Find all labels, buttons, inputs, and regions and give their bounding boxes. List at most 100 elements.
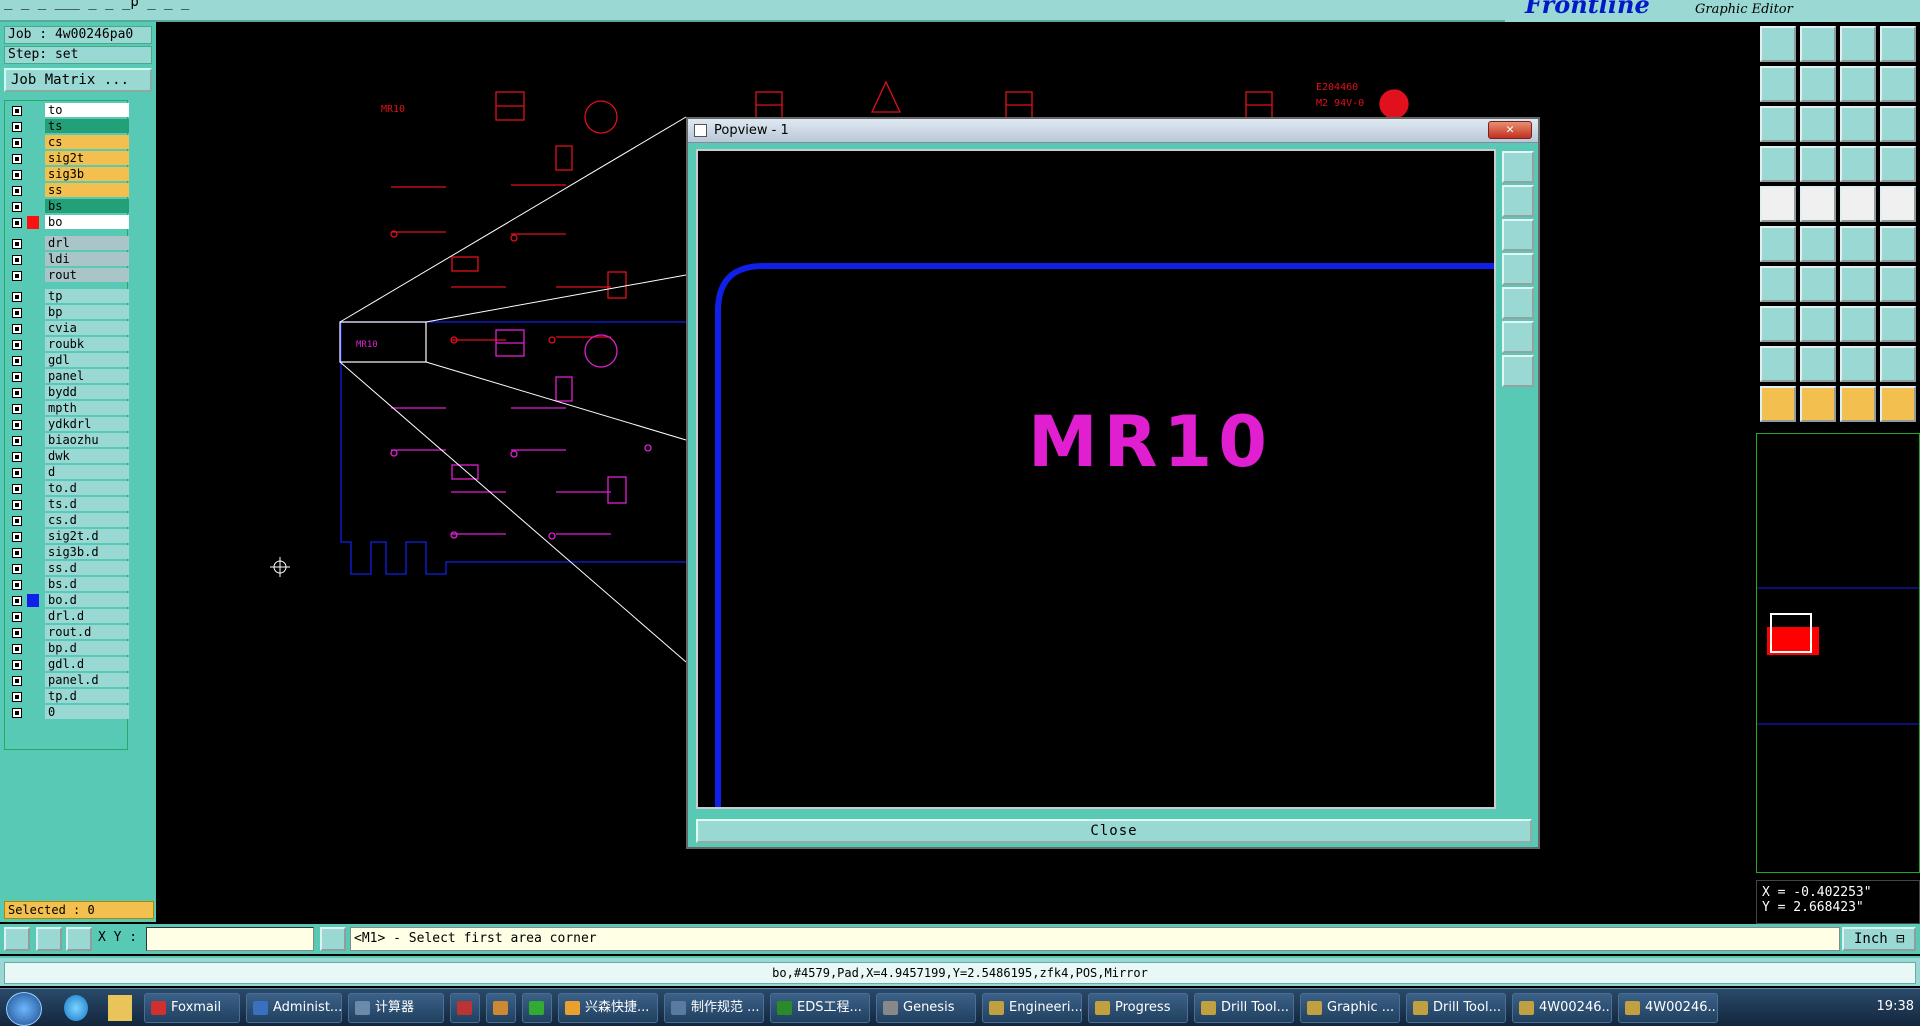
layer-checkbox[interactable] [12, 218, 22, 228]
layer-name[interactable]: d [45, 465, 129, 479]
scale-icon[interactable] [1840, 106, 1876, 142]
layer-name[interactable]: sig3b.d [45, 545, 129, 559]
layer-checkbox[interactable] [12, 356, 22, 366]
layer-checkbox[interactable] [12, 202, 22, 212]
taskbar-item[interactable]: Drill Tool... [1194, 993, 1294, 1023]
layer-color-swatch[interactable] [27, 706, 39, 719]
layer-row[interactable]: rout.d [7, 625, 129, 640]
layer-color-swatch[interactable] [27, 104, 39, 117]
layer-color-swatch[interactable] [27, 253, 39, 266]
taskbar-item[interactable]: Genesis [876, 993, 976, 1023]
layer-checkbox[interactable] [12, 138, 22, 148]
text-edit-icon[interactable] [1800, 346, 1836, 382]
taskbar-item[interactable]: 计算器 [348, 993, 444, 1023]
layer-row[interactable]: bydd [7, 385, 129, 400]
layer-color-swatch[interactable] [27, 498, 39, 511]
layer-checkbox[interactable] [12, 239, 22, 249]
layer-row[interactable]: gdl [7, 353, 129, 368]
layer-name[interactable]: bo [45, 215, 129, 229]
layer-checkbox[interactable] [12, 500, 22, 510]
popview-pan-left-icon[interactable] [1502, 253, 1534, 285]
save-icon[interactable] [1800, 26, 1836, 62]
layer-name[interactable]: panel.d [45, 673, 129, 687]
taskbar-item[interactable]: 4W00246... [1618, 993, 1718, 1023]
popview-title-bar[interactable]: Popview - 1 ✕ [688, 119, 1538, 143]
layer-row[interactable]: sig3b.d [7, 545, 129, 560]
layer-checkbox[interactable] [12, 660, 22, 670]
layer-color-swatch[interactable] [27, 370, 39, 383]
popview-close-button[interactable]: Close [696, 819, 1532, 843]
layer-color-swatch[interactable] [27, 184, 39, 197]
layer-color-swatch[interactable] [27, 482, 39, 495]
layer-row[interactable]: tp [7, 289, 129, 304]
layer-row[interactable]: bo [7, 215, 129, 230]
layer-name[interactable]: rout.d [45, 625, 129, 639]
layer-color-swatch[interactable] [27, 658, 39, 671]
layer-checkbox[interactable] [12, 596, 22, 606]
popview-pan-up-icon[interactable] [1502, 185, 1534, 217]
layer-checkbox[interactable] [12, 580, 22, 590]
layer-color-swatch[interactable] [27, 626, 39, 639]
layer-name[interactable]: to [45, 103, 129, 117]
popview-pan-down-icon[interactable] [1502, 219, 1534, 251]
layer-checkbox[interactable] [12, 170, 22, 180]
layer-checkbox[interactable] [12, 122, 22, 132]
popview-zoom-in-icon[interactable] [1502, 321, 1534, 353]
select-icon[interactable] [1760, 186, 1796, 222]
snap-mode-icon[interactable] [4, 927, 30, 951]
layer-checkbox[interactable] [12, 516, 22, 526]
layer-row[interactable]: ydkdrl [7, 417, 129, 432]
copy-icon[interactable] [1880, 226, 1916, 262]
layer-row[interactable]: bs.d [7, 577, 129, 592]
layer-color-swatch[interactable] [27, 216, 39, 229]
layer-row[interactable]: ss [7, 183, 129, 198]
pointer-edit-icon[interactable] [1840, 386, 1876, 422]
taskbar-item[interactable]: 兴森快捷... [558, 993, 658, 1023]
layer-name[interactable]: roubk [45, 337, 129, 351]
layer-row[interactable]: ss.d [7, 561, 129, 576]
layer-row[interactable]: dwk [7, 449, 129, 464]
layer-name[interactable]: drl.d [45, 609, 129, 623]
layer-name[interactable]: ydkdrl [45, 417, 129, 431]
taskbar-item[interactable]: Graphic ... [1300, 993, 1400, 1023]
layer-name[interactable]: gdl.d [45, 657, 129, 671]
layer-name[interactable]: to.d [45, 481, 129, 495]
layer-name[interactable]: cs.d [45, 513, 129, 527]
layer-name[interactable]: rout [45, 268, 129, 282]
layer-color-swatch[interactable] [27, 418, 39, 431]
layer-color-swatch[interactable] [27, 152, 39, 165]
layer-color-swatch[interactable] [27, 136, 39, 149]
popview-zoom-window-icon[interactable] [1502, 151, 1534, 183]
explorer-icon[interactable] [108, 995, 132, 1021]
layer-checkbox[interactable] [12, 324, 22, 334]
popview-pan-right-icon[interactable] [1502, 287, 1534, 319]
layer-checkbox[interactable] [12, 452, 22, 462]
next-step-icon[interactable] [1800, 66, 1836, 102]
layer-checkbox[interactable] [12, 292, 22, 302]
layer-color-swatch[interactable] [27, 434, 39, 447]
job-matrix-button[interactable]: Job Matrix ... [4, 68, 152, 92]
layer-row[interactable]: biaozhu [7, 433, 129, 448]
layer-checkbox[interactable] [12, 708, 22, 718]
layer-name[interactable]: bp.d [45, 641, 129, 655]
text-icon[interactable] [1760, 346, 1796, 382]
layer-color-swatch[interactable] [27, 642, 39, 655]
arc-icon[interactable] [1800, 266, 1836, 302]
layer-row[interactable]: bs [7, 199, 129, 214]
connect-icon[interactable] [1760, 226, 1796, 262]
layer-row[interactable]: sig2t [7, 151, 129, 166]
cross-icon[interactable] [1800, 226, 1836, 262]
probe-icon[interactable] [1800, 146, 1836, 182]
layer-checkbox[interactable] [12, 532, 22, 542]
layer-name[interactable]: 0 [45, 705, 129, 719]
layer-checkbox[interactable] [12, 106, 22, 116]
layer-name[interactable]: dwk [45, 449, 129, 463]
layer-row[interactable]: cvia [7, 321, 129, 336]
home-icon[interactable] [1840, 26, 1876, 62]
pointer-route-icon[interactable] [1880, 386, 1916, 422]
layer-row[interactable]: ts.d [7, 497, 129, 512]
previous-step-icon[interactable] [1760, 66, 1796, 102]
layer-checkbox[interactable] [12, 404, 22, 414]
layer-name[interactable]: panel [45, 369, 129, 383]
move-icon[interactable] [1840, 226, 1876, 262]
